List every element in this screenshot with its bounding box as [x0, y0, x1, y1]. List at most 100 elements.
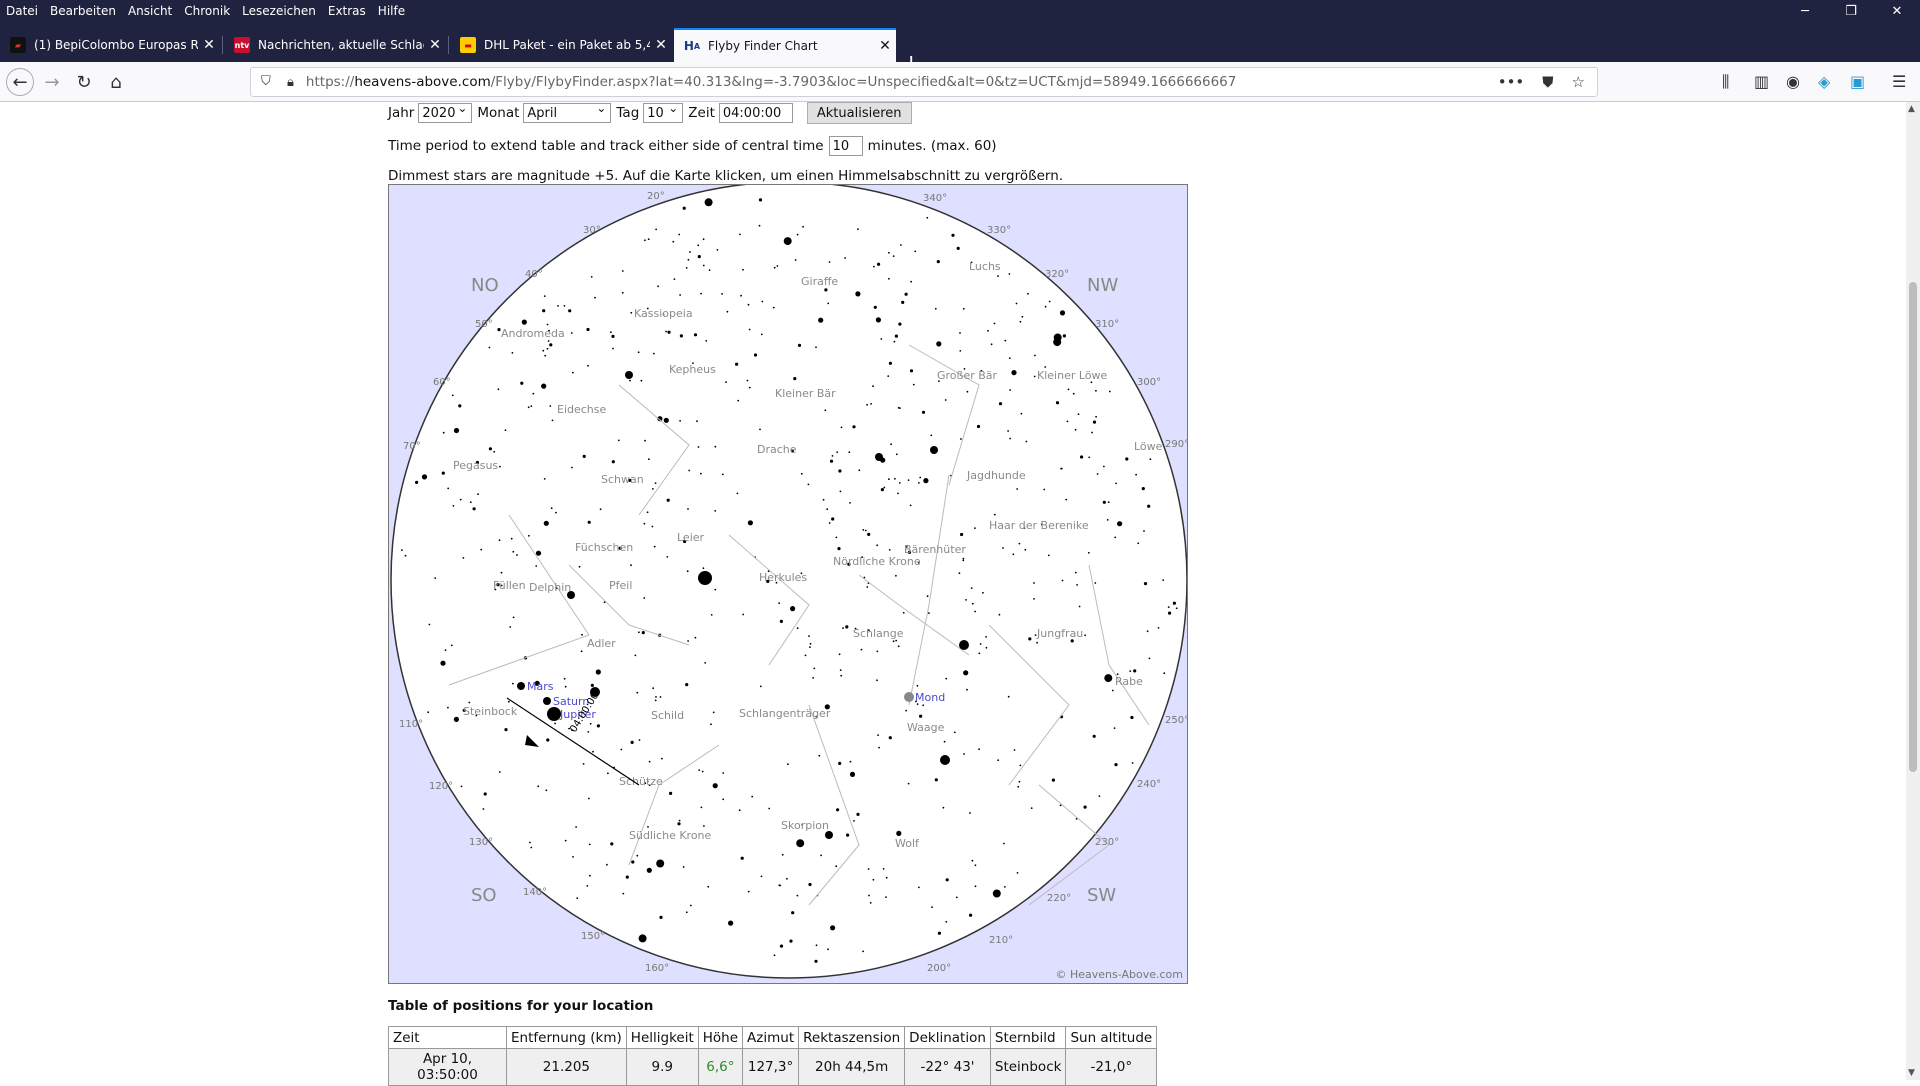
- day-select[interactable]: 10: [643, 102, 684, 123]
- star: [682, 866, 685, 868]
- star: [1095, 389, 1097, 392]
- star: [897, 645, 900, 648]
- star: [962, 308, 965, 310]
- sky-chart[interactable]: 20° 30° 40° 50° 60° 70° 110° 120° 130° 140° 150° 16…: [388, 184, 1188, 984]
- close-tab-icon[interactable]: ✕: [650, 37, 672, 53]
- star: [1092, 734, 1096, 738]
- star: [953, 731, 956, 734]
- star: [990, 343, 993, 346]
- page-scrollbar[interactable]: ▲ ▼: [1906, 102, 1920, 1080]
- library-icon[interactable]: ⫼: [1722, 72, 1729, 92]
- star: [588, 797, 590, 800]
- time-period-input[interactable]: 10: [828, 136, 863, 156]
- scroll-up-icon[interactable]: ▲: [1908, 104, 1915, 114]
- menu-ansicht[interactable]: Ansicht: [122, 4, 178, 18]
- star: [888, 361, 892, 365]
- star: [590, 683, 594, 687]
- hamburger-menu-icon[interactable]: ☰: [1892, 72, 1906, 91]
- sky-chart-svg[interactable]: 20° 30° 40° 50° 60° 70° 110° 120° 130° 140° 150° 16…: [389, 185, 1188, 984]
- menu-hilfe[interactable]: Hilfe: [372, 4, 411, 18]
- constellation-label: Luchs: [969, 260, 1001, 273]
- forward-arrow-icon[interactable]: →: [38, 68, 66, 96]
- star: [970, 587, 973, 589]
- star: [646, 867, 652, 873]
- time-input[interactable]: 04:00:00: [718, 103, 793, 123]
- star: [793, 377, 797, 381]
- star: [904, 292, 908, 296]
- star: [638, 631, 640, 634]
- star: [748, 386, 751, 389]
- pocket-icon[interactable]: ⛊: [1542, 73, 1553, 91]
- url-text[interactable]: https://heavens-above.com/Flyby/FlybyFin…: [306, 74, 1236, 90]
- minimize-icon[interactable]: ─: [1782, 0, 1828, 22]
- extension-icon[interactable]: ◈: [1818, 72, 1830, 91]
- lock-icon[interactable]: 🔒︎: [287, 75, 294, 90]
- tracking-shield-icon[interactable]: ⛉: [261, 74, 275, 90]
- month-select[interactable]: April: [523, 102, 612, 123]
- star: [742, 268, 744, 271]
- star: [586, 327, 590, 332]
- star: [1114, 763, 1118, 767]
- star: [1084, 634, 1086, 637]
- star: [554, 722, 556, 725]
- star: [786, 877, 788, 880]
- star: [643, 522, 646, 525]
- star: [595, 669, 601, 675]
- star: [1163, 672, 1166, 675]
- star: [789, 939, 793, 943]
- star: [546, 738, 550, 742]
- star: [776, 265, 779, 267]
- close-tab-icon[interactable]: ✕: [198, 37, 220, 53]
- star: [997, 759, 1000, 762]
- star: [543, 295, 546, 297]
- star: [630, 311, 633, 314]
- star: [845, 625, 849, 629]
- close-window-icon[interactable]: ✕: [1874, 0, 1920, 22]
- star: [876, 544, 879, 547]
- tab-nachrichten[interactable]: ntv Nachrichten, aktuelle Schlagze ✕: [224, 28, 446, 62]
- close-tab-icon[interactable]: ✕: [874, 38, 896, 54]
- menu-chronik[interactable]: Chronik: [178, 4, 236, 18]
- scroll-down-icon[interactable]: ▼: [1908, 1068, 1915, 1078]
- star: [1168, 611, 1172, 615]
- extension-badge-icon[interactable]: ▣: [1850, 72, 1865, 91]
- address-bar[interactable]: ⛉ 🔒︎ https://heavens-above.com/Flyby/Fly…: [250, 67, 1598, 97]
- star: [572, 371, 574, 374]
- close-tab-icon[interactable]: ✕: [424, 37, 446, 53]
- menu-datei[interactable]: Datei: [0, 4, 44, 18]
- reload-icon[interactable]: ↻: [70, 68, 98, 96]
- menu-bearbeiten[interactable]: Bearbeiten: [44, 4, 122, 18]
- menu-extras[interactable]: Extras: [322, 4, 372, 18]
- tab-dhl[interactable]: ▬ DHL Paket - ein Paket ab 5,49 E ✕: [450, 28, 672, 62]
- star: [1098, 795, 1101, 797]
- star: [1017, 785, 1020, 788]
- star: [697, 446, 700, 448]
- star: [596, 724, 600, 728]
- scrollbar-thumb[interactable]: [1909, 282, 1917, 772]
- home-icon[interactable]: ⌂: [102, 68, 130, 96]
- star: [549, 343, 553, 347]
- update-button[interactable]: Aktualisieren: [806, 102, 912, 124]
- header-helligkeit: Helligkeit: [625, 1026, 699, 1049]
- star: [450, 644, 453, 647]
- tab-flyby-finder[interactable]: HA Flyby Finder Chart ✕: [674, 28, 896, 62]
- star: [636, 854, 639, 857]
- bookmark-star-icon[interactable]: ☆: [1572, 73, 1585, 91]
- star: [716, 249, 719, 251]
- star: [1130, 715, 1134, 720]
- star: [838, 469, 842, 473]
- sidebar-icon[interactable]: ▥: [1754, 72, 1769, 91]
- star: [666, 556, 669, 558]
- menu-lesezeichen[interactable]: Lesezeichen: [236, 4, 322, 18]
- star: [893, 340, 896, 343]
- azimuth-tick-label: 120°: [429, 781, 453, 792]
- year-select[interactable]: 2020: [418, 102, 473, 123]
- restore-icon[interactable]: ❐: [1828, 0, 1874, 22]
- star: [914, 250, 917, 253]
- back-arrow-icon[interactable]: ←: [6, 68, 34, 96]
- tab-bepicolombo[interactable]: ▰ (1) BepiColombo Europas Rum ✕: [0, 28, 220, 62]
- star: [1167, 606, 1170, 608]
- account-icon[interactable]: ◉: [1786, 72, 1800, 91]
- page-actions-icon[interactable]: •••: [1498, 73, 1525, 91]
- constellation-label: Großer Bär: [937, 369, 998, 382]
